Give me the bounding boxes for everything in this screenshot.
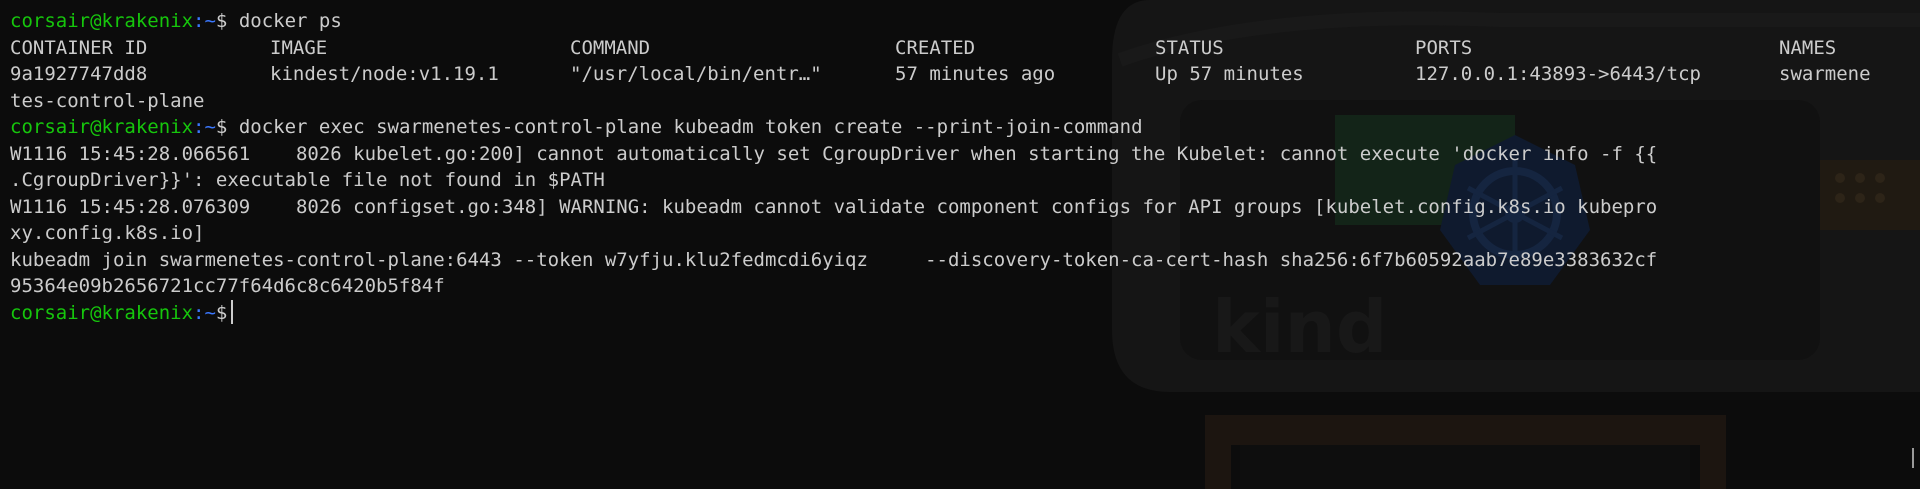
prompt-line-1: corsair@krakenix:~$ docker ps <box>10 8 1871 35</box>
terminal-output[interactable]: corsair@krakenix:~$ docker ps CONTAINER … <box>10 8 1871 326</box>
text-cursor <box>231 299 233 324</box>
scrollbar-thumb[interactable] <box>1912 448 1914 468</box>
cell-ports: 127.0.0.1:43893->6443/tcp <box>1415 63 1701 85</box>
prompt-line-3[interactable]: corsair@krakenix:~$ <box>10 299 1871 327</box>
prompt-line-2: corsair@krakenix:~$ docker exec swarmene… <box>10 114 1871 141</box>
prompt-symbol: $ <box>215 10 228 32</box>
command-text: docker exec swarmenetes-control-plane ku… <box>238 116 1143 138</box>
column-header-ports: PORTS <box>1415 36 1473 59</box>
warning-line-1: W1116 15:45:28.066561 8026 kubelet.go:20… <box>10 142 1658 165</box>
prompt-path: :~ <box>193 301 216 324</box>
column-header-status: STATUS <box>1155 36 1224 59</box>
column-header-command: COMMAND <box>570 36 651 59</box>
table-row: 9a1927747dd8 kindest/node:v1.19.1 "/usr/lo… <box>10 61 1871 88</box>
prompt-symbol: $ <box>215 301 228 324</box>
prompt-path: :~ <box>193 116 216 138</box>
table-row-wrap: tes-control-plane <box>10 89 205 112</box>
terminal-window[interactable]: kind corsair@krakenix:~$ docker ps CONTA… <box>0 0 1920 489</box>
join-command-line[interactable]: kubeadm join swarmenetes-control-plane:6… <box>10 247 1871 274</box>
cell-image: kindest/node:v1.19.1 <box>270 63 499 85</box>
prompt-user-host: corsair@krakenix <box>10 116 194 138</box>
prompt-path: :~ <box>193 10 216 32</box>
cell-status: Up 57 minutes <box>1155 63 1304 85</box>
table-header-row: CONTAINER ID IMAGE COMMAND CREATED STATUS POR… <box>10 35 1871 62</box>
prompt-user-host: corsair@krakenix <box>10 301 194 324</box>
join-command-line-wrap[interactable]: 95364e09b2656721cc77f64d6c8c6420b5f84f <box>10 273 1871 300</box>
prompt-symbol: $ <box>215 116 228 138</box>
cell-names: swarmene <box>1779 63 1871 85</box>
warning-line-2-wrap: xy.config.k8s.io] <box>10 222 205 244</box>
prompt-user-host: corsair@krakenix <box>10 10 194 32</box>
cell-created: 57 minutes ago <box>895 63 1056 85</box>
cell-command: "/usr/local/bin/entr…" <box>570 63 822 85</box>
column-header-names: NAMES <box>1779 36 1837 59</box>
column-header-created: CREATED <box>895 36 976 59</box>
column-header-image: IMAGE <box>270 36 328 59</box>
cell-container-id: 9a1927747dd8 <box>10 63 148 85</box>
column-header-container-id: CONTAINER ID <box>10 36 148 59</box>
warning-line-1-wrap: .CgroupDriver}}': executable file not fo… <box>10 169 605 191</box>
warning-line-2: W1116 15:45:28.076309 8026 configset.go:… <box>10 195 1658 218</box>
command-text: docker ps <box>238 10 342 32</box>
